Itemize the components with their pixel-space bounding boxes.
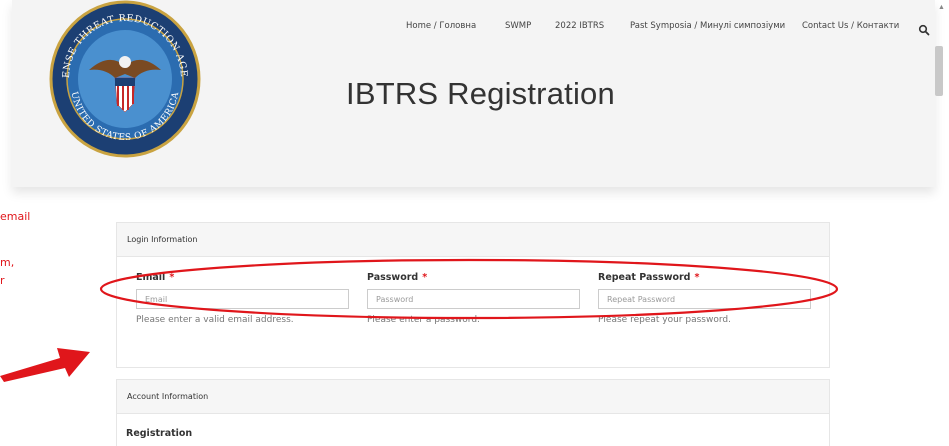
repeat-password-help-text: Please repeat your password.	[598, 315, 731, 325]
email-help-text: Please enter a valid email address.	[136, 315, 294, 325]
nav-swmp[interactable]: SWMP	[505, 21, 531, 31]
annotation-text-2: m,	[0, 256, 15, 269]
required-asterisk: *	[694, 272, 700, 283]
required-asterisk: *	[169, 272, 175, 283]
password-field-group: Password * Please enter a password.	[367, 272, 580, 325]
repeat-password-field-group: Repeat Password * Please repeat your pass…	[598, 272, 811, 325]
scrollbar-thumb[interactable]	[935, 46, 943, 96]
login-information-panel: Login Information Email* Please enter a …	[116, 222, 830, 368]
repeat-password-input[interactable]	[598, 289, 811, 309]
password-help-text: Please enter a password.	[367, 315, 480, 325]
nav-contact-us[interactable]: Contact Us / Контакти	[802, 21, 899, 31]
scroll-up-arrow-icon[interactable]: ▲	[938, 4, 945, 11]
password-label: Password *	[367, 272, 428, 283]
nav-past-symposia[interactable]: Past Symposia / Минулі симпозіуми	[630, 21, 785, 31]
panel-heading: Login Information	[117, 223, 829, 257]
nav-2022-ibtrs[interactable]: 2022 IBTRS	[555, 21, 604, 31]
red-arrow-icon	[0, 348, 90, 382]
registration-section-label: Registration	[126, 428, 193, 439]
password-input[interactable]	[367, 289, 580, 309]
search-icon[interactable]	[918, 24, 930, 36]
nav-home[interactable]: Home / Головна	[406, 21, 476, 31]
dtra-seal-logo[interactable]: DEFENSE THREAT REDUCTION AGENCY UNITED S…	[49, 0, 201, 158]
annotation-text-1: email	[0, 210, 31, 223]
email-input[interactable]	[136, 289, 349, 309]
email-label: Email *	[136, 272, 175, 283]
account-information-panel: Account Information Registration	[116, 379, 830, 446]
annotation-text-3: r	[0, 274, 5, 287]
page-title: IBTRS Registration	[346, 76, 615, 111]
email-field-group: Email* Please enter a valid email addres…	[136, 272, 349, 325]
panel-heading: Account Information	[117, 380, 829, 414]
repeat-password-label: Repeat Password *	[598, 272, 700, 283]
required-asterisk: *	[422, 272, 428, 283]
site-header: DEFENSE THREAT REDUCTION AGENCY UNITED S…	[12, 0, 935, 187]
